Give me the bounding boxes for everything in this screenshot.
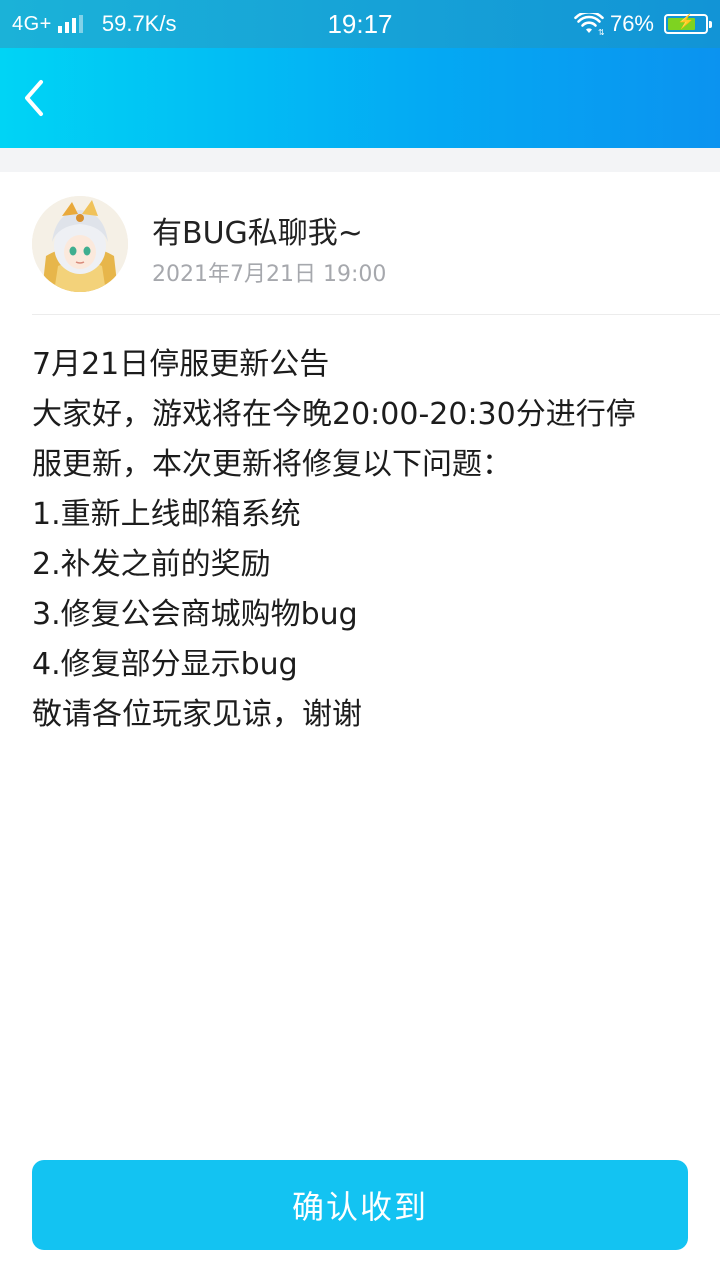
content-line: 大家好，游戏将在今晚20:00-20:30分进行停 bbox=[32, 397, 636, 432]
content-line: 4.修复部分显示bug bbox=[32, 647, 298, 682]
back-button[interactable] bbox=[6, 70, 62, 126]
nav-bar bbox=[0, 48, 720, 148]
post-timestamp: 2021年7月21日 19:00 bbox=[152, 262, 387, 287]
battery-percent: 76% bbox=[609, 11, 654, 36]
status-left: 4G+ 59.7K/s bbox=[12, 0, 176, 48]
header-divider bbox=[32, 314, 720, 315]
content-line: 2.补发之前的奖励 bbox=[32, 547, 271, 582]
battery-icon: ⚡ bbox=[664, 13, 712, 34]
content-line: 服更新，本次更新将修复以下问题： bbox=[32, 447, 512, 482]
network-type: 4G+ bbox=[12, 12, 52, 35]
content-line: 1.重新上线邮箱系统 bbox=[32, 497, 301, 532]
avatar-image bbox=[32, 196, 128, 292]
content-line: 3.修复公会商城购物bug bbox=[32, 597, 358, 632]
status-right: ⇅ 76% ⚡ bbox=[574, 0, 712, 48]
status-bar: 4G+ 59.7K/s 19:17 ⇅ 76% ⚡ bbox=[0, 0, 720, 48]
svg-text:⇅: ⇅ bbox=[598, 28, 604, 35]
signal-icon bbox=[57, 15, 86, 33]
wifi-icon: ⇅ bbox=[574, 13, 604, 35]
content-line: 敬请各位玩家见谅，谢谢 bbox=[32, 697, 362, 732]
avatar[interactable] bbox=[32, 196, 128, 292]
post-content: 7月21日停服更新公告 大家好，游戏将在今晚20:00-20:30分进行停 服更… bbox=[32, 340, 692, 740]
author-name[interactable]: 有BUG私聊我~ bbox=[152, 208, 363, 252]
chevron-left-icon bbox=[25, 80, 43, 116]
network-speed: 59.7K/s bbox=[101, 11, 177, 36]
charging-icon: ⚡ bbox=[677, 13, 695, 29]
section-separator bbox=[0, 148, 720, 172]
confirm-button-label: 确认收到 bbox=[291, 1188, 428, 1226]
post-header: 有BUG私聊我~ 2021年7月21日 19:00 bbox=[0, 172, 720, 314]
confirm-received-button[interactable]: 确认收到 bbox=[32, 1160, 688, 1250]
announcement-title: 7月21日停服更新公告 bbox=[32, 347, 330, 382]
